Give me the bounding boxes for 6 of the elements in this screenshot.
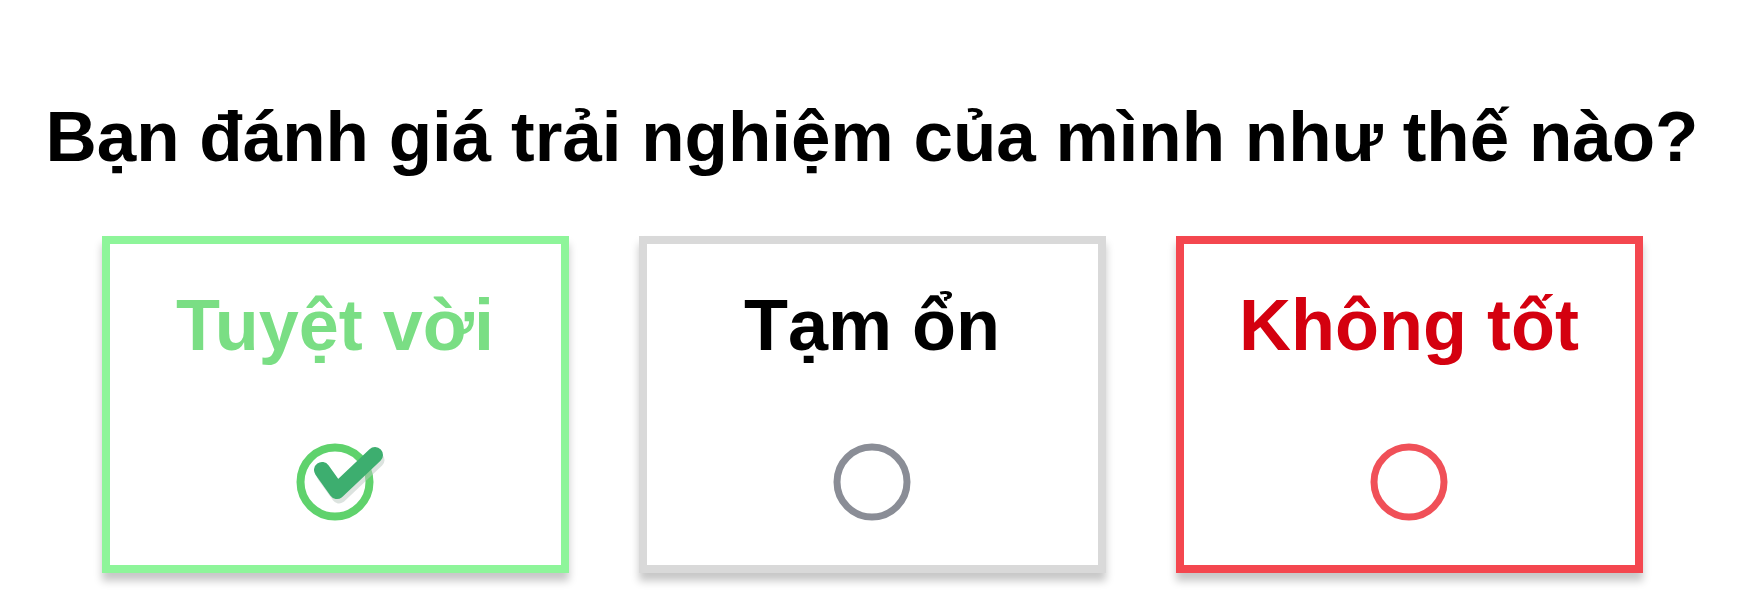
- rating-option-button[interactable]: Tạm ổn: [638, 236, 1106, 573]
- radio-checked-icon[interactable]: [296, 443, 385, 521]
- rating-option-button[interactable]: Không tốt: [1175, 236, 1643, 573]
- radio-icon[interactable]: [1370, 443, 1448, 521]
- radio-icon[interactable]: [833, 443, 911, 521]
- question-heading: Bạn đánh giá trải nghiệm của mình như thế nào?: [45, 96, 1699, 178]
